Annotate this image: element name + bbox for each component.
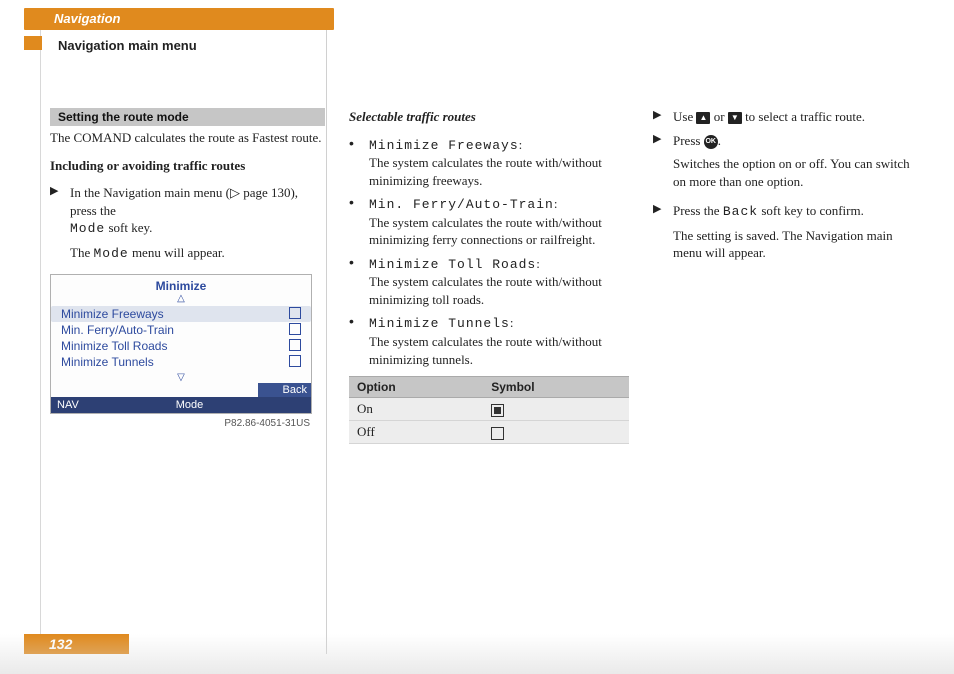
bullet-item: • Min. Ferry/Auto-Train: The system calc… [349,195,629,249]
step-result: The setting is saved. The Navigation mai… [673,227,924,262]
comand-title: Minimize [51,275,311,293]
comand-nav-label: NAV [51,397,113,413]
step-result: Switches the option on or off. You can s… [673,155,924,190]
step-text: Press the [673,203,723,218]
step-select: ▶ Use ▲ or ▼ to select a traffic route. [653,108,924,126]
checkbox-icon [289,323,301,335]
step-text: or [710,109,727,124]
section-title: Navigation main menu [54,36,201,55]
figure-caption: P82.86-4051-31US [50,418,310,429]
down-button-icon: ▼ [728,112,742,124]
para-subtitle: Including or avoiding traffic routes [50,157,325,175]
empty-square-icon [491,427,504,440]
comand-row-label: Minimize Toll Roads [61,339,167,353]
checkbox-icon [289,339,301,351]
result-pre: The [70,245,93,260]
option-key: Minimize Toll Roads [369,257,536,272]
option-desc: The system calculates the route with/wit… [369,274,602,307]
step-result: The Mode menu will appear. [70,244,325,263]
step-press-ok: ▶ Press OK. [653,132,924,150]
step-text: In the Navigation main menu ( [70,185,230,200]
step-text: soft key to confirm. [758,203,864,218]
comand-screenshot: Minimize △ Minimize Freeways Min. Ferry/… [50,274,312,414]
comand-row: Minimize Toll Roads [61,338,301,354]
option-key: Minimize Freeways [369,138,519,153]
step-text: . [718,133,721,148]
comand-row-label: Minimize Tunnels [61,355,154,369]
td-symbol [483,421,629,444]
result-post: menu will appear. [129,245,225,260]
column-2: Selectable traffic routes • Minimize Fre… [349,108,629,624]
step-text: Use [673,109,696,124]
step-1: ▶ In the Navigation main menu (▷ page 13… [50,184,325,238]
softkey-mode: Mode [70,221,105,236]
up-arrow-icon: △ [51,293,311,304]
comand-row: Minimize Tunnels [61,354,301,370]
comand-row-label: Minimize Freeways [61,307,164,321]
bullet-item: • Minimize Freeways: The system calculat… [349,136,629,190]
comand-back-softkey: Back [258,383,311,397]
step-text: to select a traffic route. [742,109,865,124]
ok-button-icon: OK [704,135,718,149]
option-key: Minimize Tunnels [369,316,510,331]
manual-page: Navigation Navigation main menu Setting … [0,0,954,674]
option-desc: The system calculates the route with/wit… [369,155,602,188]
left-margin-rule [40,8,41,654]
comand-footer: NAV Mode [51,397,311,413]
down-arrow-icon: ▽ [51,372,311,383]
filled-square-icon [491,404,504,417]
selectable-title: Selectable traffic routes [349,108,629,126]
comand-row: Min. Ferry/Auto-Train [61,322,301,338]
step-suffix: soft key. [105,220,152,235]
td-option: On [349,398,483,421]
table-row: On [349,398,629,421]
up-button-icon: ▲ [696,112,710,124]
td-symbol [483,398,629,421]
column-1: Setting the route mode The COMAND calcul… [50,108,325,624]
option-desc: The system calculates the route with/wit… [369,334,602,367]
comand-row-selected: Minimize Freeways [51,306,311,322]
th-option: Option [349,377,483,398]
para-intro: The COMAND calculates the route as Faste… [50,129,325,147]
softkey-back: Back [723,204,758,219]
comand-row-label: Min. Ferry/Auto-Train [61,323,174,337]
table-row: Off [349,421,629,444]
th-symbol: Symbol [483,377,629,398]
bullet-item: • Minimize Tunnels: The system calculate… [349,314,629,368]
bullet-item: • Minimize Toll Roads: The system calcul… [349,255,629,309]
checkbox-icon [289,355,301,367]
page-number: 132 [24,634,129,654]
page-fade [0,634,954,674]
step-text: Press [673,133,704,148]
comand-mode-label: Mode [113,397,266,413]
option-desc: The system calculates the route with/wit… [369,215,602,248]
step-press-back: ▶ Press the Back soft key to confirm. [653,202,924,221]
option-symbol-table: Option Symbol On Off [349,376,629,444]
column-3: ▶ Use ▲ or ▼ to select a traffic route. … [653,108,924,624]
section-chip [24,36,42,50]
td-option: Off [349,421,483,444]
checkbox-icon [289,307,301,319]
option-key: Min. Ferry/Auto-Train [369,197,554,212]
softkey-mode-2: Mode [93,246,128,261]
section-subheader: Setting the route mode [50,108,325,126]
chapter-tab: Navigation [24,8,334,30]
